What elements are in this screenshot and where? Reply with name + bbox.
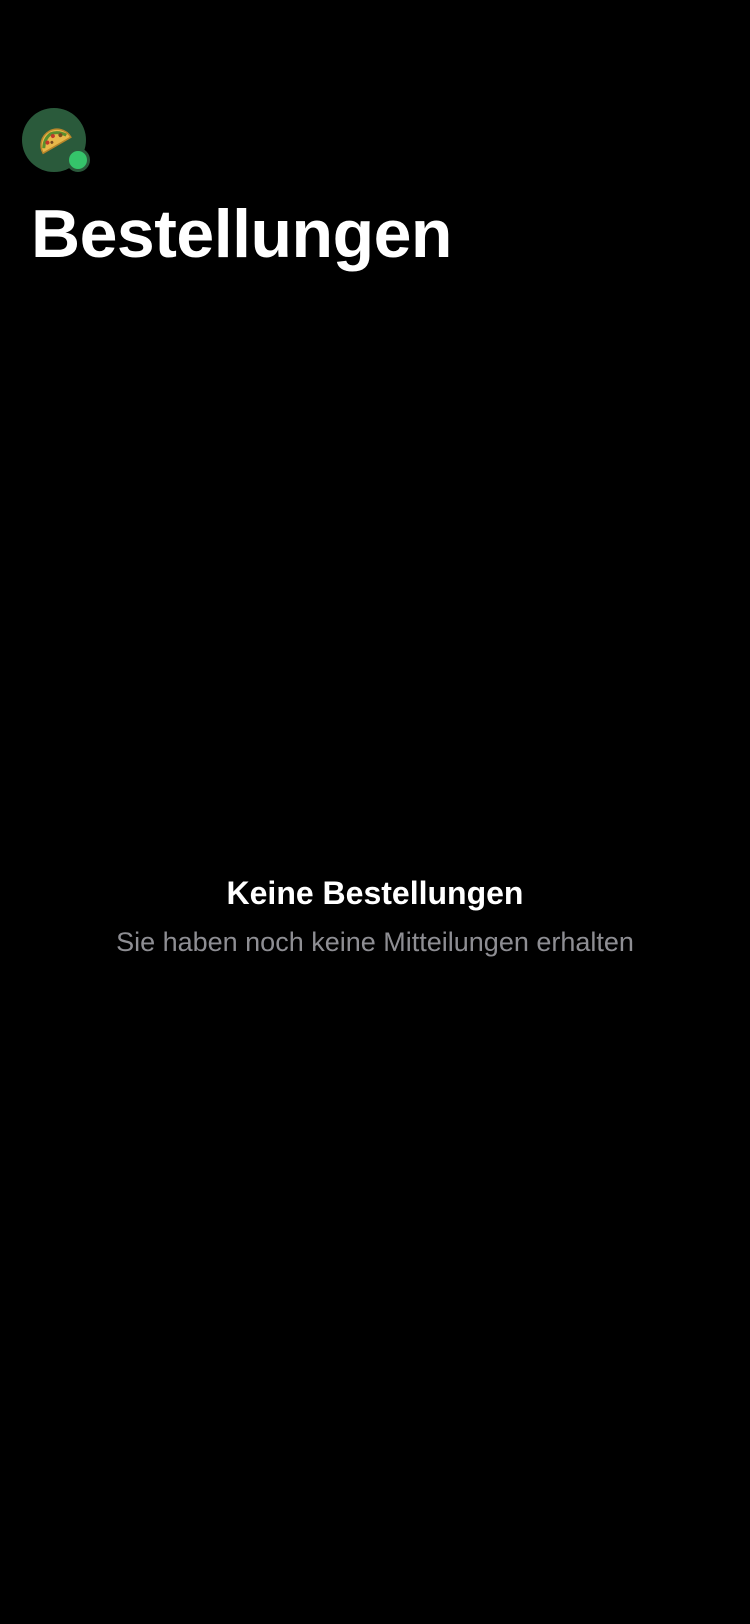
- avatar[interactable]: [22, 108, 90, 172]
- empty-state-subtitle: Sie haben noch keine Mitteilungen erhalt…: [116, 927, 634, 957]
- empty-state: Keine Bestellungen Sie haben noch keine …: [0, 872, 750, 960]
- empty-state-title: Keine Bestellungen: [226, 875, 524, 911]
- online-status-dot: [66, 148, 90, 172]
- page-title: Bestellungen: [31, 196, 452, 272]
